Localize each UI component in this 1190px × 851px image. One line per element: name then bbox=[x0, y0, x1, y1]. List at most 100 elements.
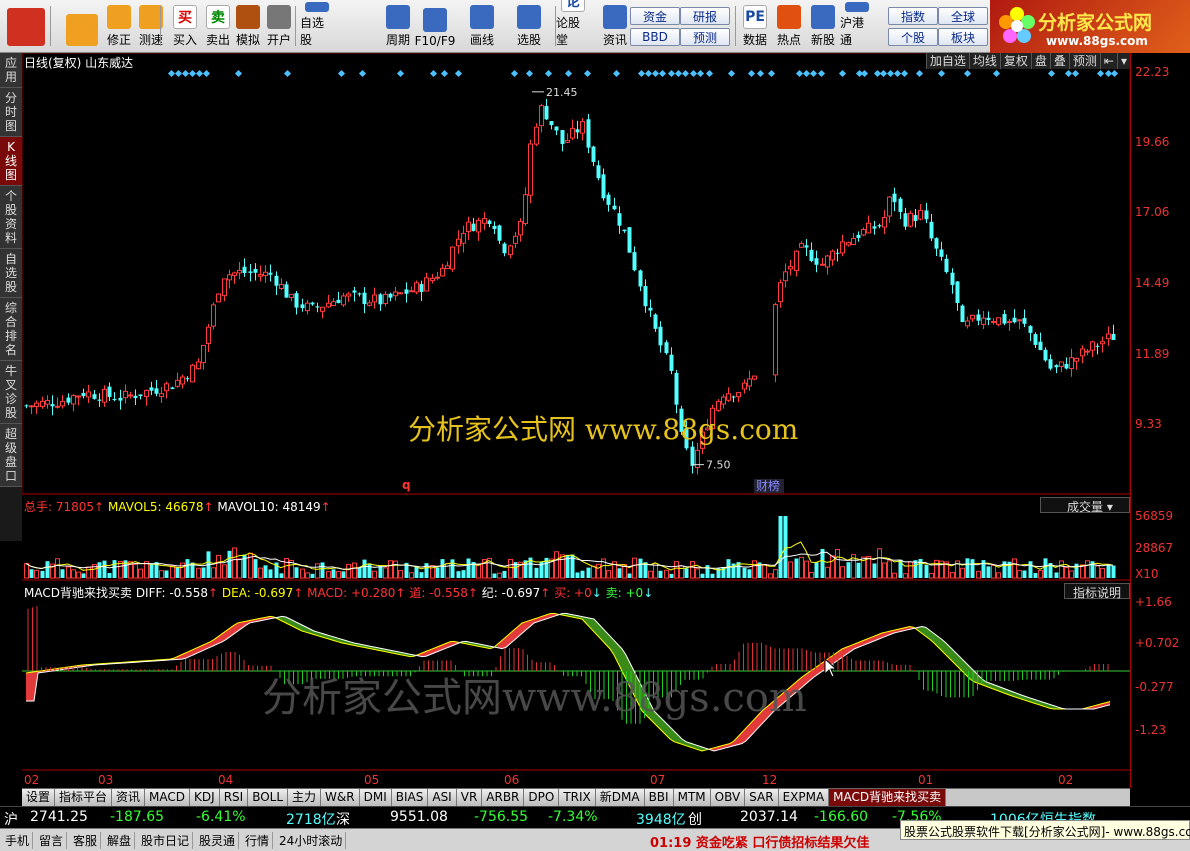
chart-option-1[interactable]: 均线 bbox=[968, 53, 1000, 69]
toolbar-button-4[interactable]: 买买入 bbox=[168, 2, 202, 50]
candle-body-up bbox=[705, 427, 710, 431]
toolbar-button-11[interactable]: 画线 bbox=[465, 2, 499, 50]
indicator-tab-20[interactable]: SAR bbox=[745, 789, 779, 806]
toolbar-button-12[interactable]: 选股 bbox=[512, 2, 546, 50]
chart-option-2[interactable]: 复权 bbox=[999, 53, 1031, 69]
toolbar-button-8[interactable]: 自选股 bbox=[300, 2, 334, 50]
left-tab-1[interactable]: 分时图 bbox=[0, 88, 22, 137]
signal-diamond bbox=[440, 69, 449, 78]
indicator-tab-18[interactable]: MTM bbox=[673, 789, 711, 806]
signal-diamond bbox=[202, 69, 211, 78]
volume-bar bbox=[903, 573, 908, 579]
indicator-tab-3[interactable]: MACD bbox=[145, 789, 191, 806]
toolbar-button-16[interactable]: 热点 bbox=[772, 2, 806, 50]
toolbar-button-14[interactable]: 资讯 bbox=[598, 2, 632, 50]
indicator-tab-19[interactable]: OBV bbox=[710, 789, 746, 806]
toolbar-small-button-3[interactable]: 预测 bbox=[680, 28, 730, 46]
chart-option-4[interactable]: 叠 bbox=[1049, 53, 1069, 69]
indicator-tab-6[interactable]: BOLL bbox=[248, 789, 289, 806]
toolbar-small-button-2[interactable]: BBD bbox=[630, 28, 680, 46]
toolbar-button-9[interactable]: 周期 bbox=[381, 2, 415, 50]
indicator-tab-16[interactable]: 新DMA bbox=[595, 789, 645, 806]
indicator-tab-14[interactable]: DPO bbox=[524, 789, 560, 806]
left-tab-4[interactable]: 自选股 bbox=[0, 249, 22, 298]
candle-body-up bbox=[258, 274, 263, 277]
left-tab-0[interactable]: 应用 bbox=[0, 53, 22, 88]
toolbar-button-2[interactable]: 修正 bbox=[102, 2, 136, 50]
caibang-badge[interactable]: 财榜 bbox=[756, 478, 780, 493]
toolbar-button-3[interactable]: 测速 bbox=[134, 2, 168, 50]
bottom-link-2[interactable]: 客服 bbox=[70, 832, 102, 849]
toolbar-small-button-6[interactable]: 个股 bbox=[888, 28, 938, 46]
bottom-link-3[interactable]: 解盘 bbox=[104, 832, 136, 849]
chart-option-7[interactable]: ▾ bbox=[1116, 53, 1130, 69]
volume-bar bbox=[794, 558, 799, 578]
indicator-tab-15[interactable]: TRIX bbox=[559, 789, 596, 806]
left-tab-7[interactable]: 超级盘口 bbox=[0, 424, 22, 487]
toolbar-button-1[interactable] bbox=[60, 2, 104, 50]
volume-indicator-dropdown[interactable]: 成交量 ▾ bbox=[1040, 497, 1130, 514]
ad-banner[interactable]: 股票公式股票软件下载[分析家公式网]- www.88gs.com bbox=[900, 820, 1190, 840]
news-marquee[interactable]: 01:19 资金吃紧 口行债招标结果欠佳 bbox=[650, 832, 869, 851]
toolbar-button-10[interactable]: F10/F9 bbox=[415, 2, 455, 50]
toolbar-button-7[interactable]: 开户 bbox=[262, 2, 296, 50]
indicator-help-button[interactable]: 指标说明 bbox=[1064, 583, 1130, 600]
toolbar-small-button-7[interactable]: 板块 bbox=[938, 28, 988, 46]
left-tab-5[interactable]: 综合排名 bbox=[0, 298, 22, 361]
chart-option-6[interactable]: ⇤ bbox=[1099, 53, 1117, 69]
candle-body-up bbox=[1074, 357, 1079, 362]
indicator-tab-11[interactable]: ASI bbox=[428, 789, 457, 806]
toolbar-button-0[interactable] bbox=[4, 2, 48, 50]
toolbar-small-button-1[interactable]: 研报 bbox=[680, 7, 730, 25]
candle-body-down bbox=[955, 281, 960, 303]
toolbar-small-button-4[interactable]: 指数 bbox=[888, 7, 938, 25]
toolbar-button-18[interactable]: 沪港通 bbox=[840, 2, 874, 50]
indicator-tab-5[interactable]: RSI bbox=[219, 789, 249, 806]
candle-body-down bbox=[690, 446, 695, 466]
signal-diamond bbox=[651, 69, 660, 78]
chart-option-0[interactable]: 加自选 bbox=[925, 53, 969, 69]
signal-diamond bbox=[181, 69, 190, 78]
volume-bar bbox=[1028, 561, 1033, 578]
bottom-link-6[interactable]: 行情 bbox=[242, 832, 274, 849]
bottom-link-7[interactable]: 24小时滚动 bbox=[276, 832, 347, 849]
bottom-link-0[interactable]: 手机 bbox=[2, 832, 34, 849]
indicator-tab-8[interactable]: W&R bbox=[321, 789, 360, 806]
indicator-tab-13[interactable]: ARBR bbox=[482, 789, 525, 806]
indicator-tab-9[interactable]: DMI bbox=[359, 789, 392, 806]
left-tab-3[interactable]: 个股资料 bbox=[0, 186, 22, 249]
chart-option-3[interactable]: 盘 bbox=[1030, 53, 1050, 69]
left-tab-6[interactable]: 牛叉诊股 bbox=[0, 361, 22, 424]
toolbar-button-17[interactable]: 新股 bbox=[806, 2, 840, 50]
candle-body-down bbox=[924, 210, 929, 220]
bottom-link-5[interactable]: 股灵通 bbox=[196, 832, 240, 849]
signal-diamond bbox=[681, 69, 690, 78]
indicator-tab-2[interactable]: 资讯 bbox=[112, 789, 146, 806]
toolbar-button-13[interactable]: 论论股堂 bbox=[556, 0, 590, 50]
bottom-link-1[interactable]: 留言 bbox=[36, 832, 68, 849]
toolbar-small-button-5[interactable]: 全球 bbox=[938, 7, 988, 25]
indicator-tab-17[interactable]: BBI bbox=[644, 789, 674, 806]
bottom-link-4[interactable]: 股市日记 bbox=[138, 832, 194, 849]
kline-chart-area[interactable]: 21.45 7.50 q 财榜 02 03 04 05 06 07 12 01 02 bbox=[22, 53, 1130, 788]
left-tab-2[interactable]: K线图 bbox=[0, 137, 22, 186]
volume-bar bbox=[305, 572, 310, 579]
toolbar-button-6[interactable]: 模拟 bbox=[231, 2, 265, 50]
indicator-tab-21[interactable]: EXPMA bbox=[778, 789, 830, 806]
indicator-tab-12[interactable]: VR bbox=[456, 789, 483, 806]
chart-option-5[interactable]: 预测 bbox=[1068, 53, 1100, 69]
indicator-tab-1[interactable]: 指标平台 bbox=[55, 789, 113, 806]
toolbar-small-button-0[interactable]: 资金 bbox=[630, 7, 680, 25]
toolbar-button-label: 修正 bbox=[106, 33, 131, 47]
volume-bar bbox=[872, 563, 877, 578]
indicator-tab-0[interactable]: 设置 bbox=[22, 789, 56, 806]
indicator-tab-22[interactable]: MACD背驰来找买卖 bbox=[829, 789, 947, 806]
toolbar-button-15[interactable]: PE 数据 bbox=[738, 2, 772, 50]
chart-top-right-buttons: 加自选 均线 复权盘叠预测 ⇤ ▾ bbox=[925, 53, 1130, 69]
candle-body-down bbox=[471, 223, 476, 231]
indicator-tab-10[interactable]: BIAS bbox=[391, 789, 429, 806]
indicator-tab-7[interactable]: 主力 bbox=[288, 789, 322, 806]
toolbar-button-5[interactable]: 卖卖出 bbox=[201, 2, 235, 50]
indicator-tab-4[interactable]: KDJ bbox=[190, 789, 220, 806]
candle-body-up bbox=[326, 302, 331, 308]
